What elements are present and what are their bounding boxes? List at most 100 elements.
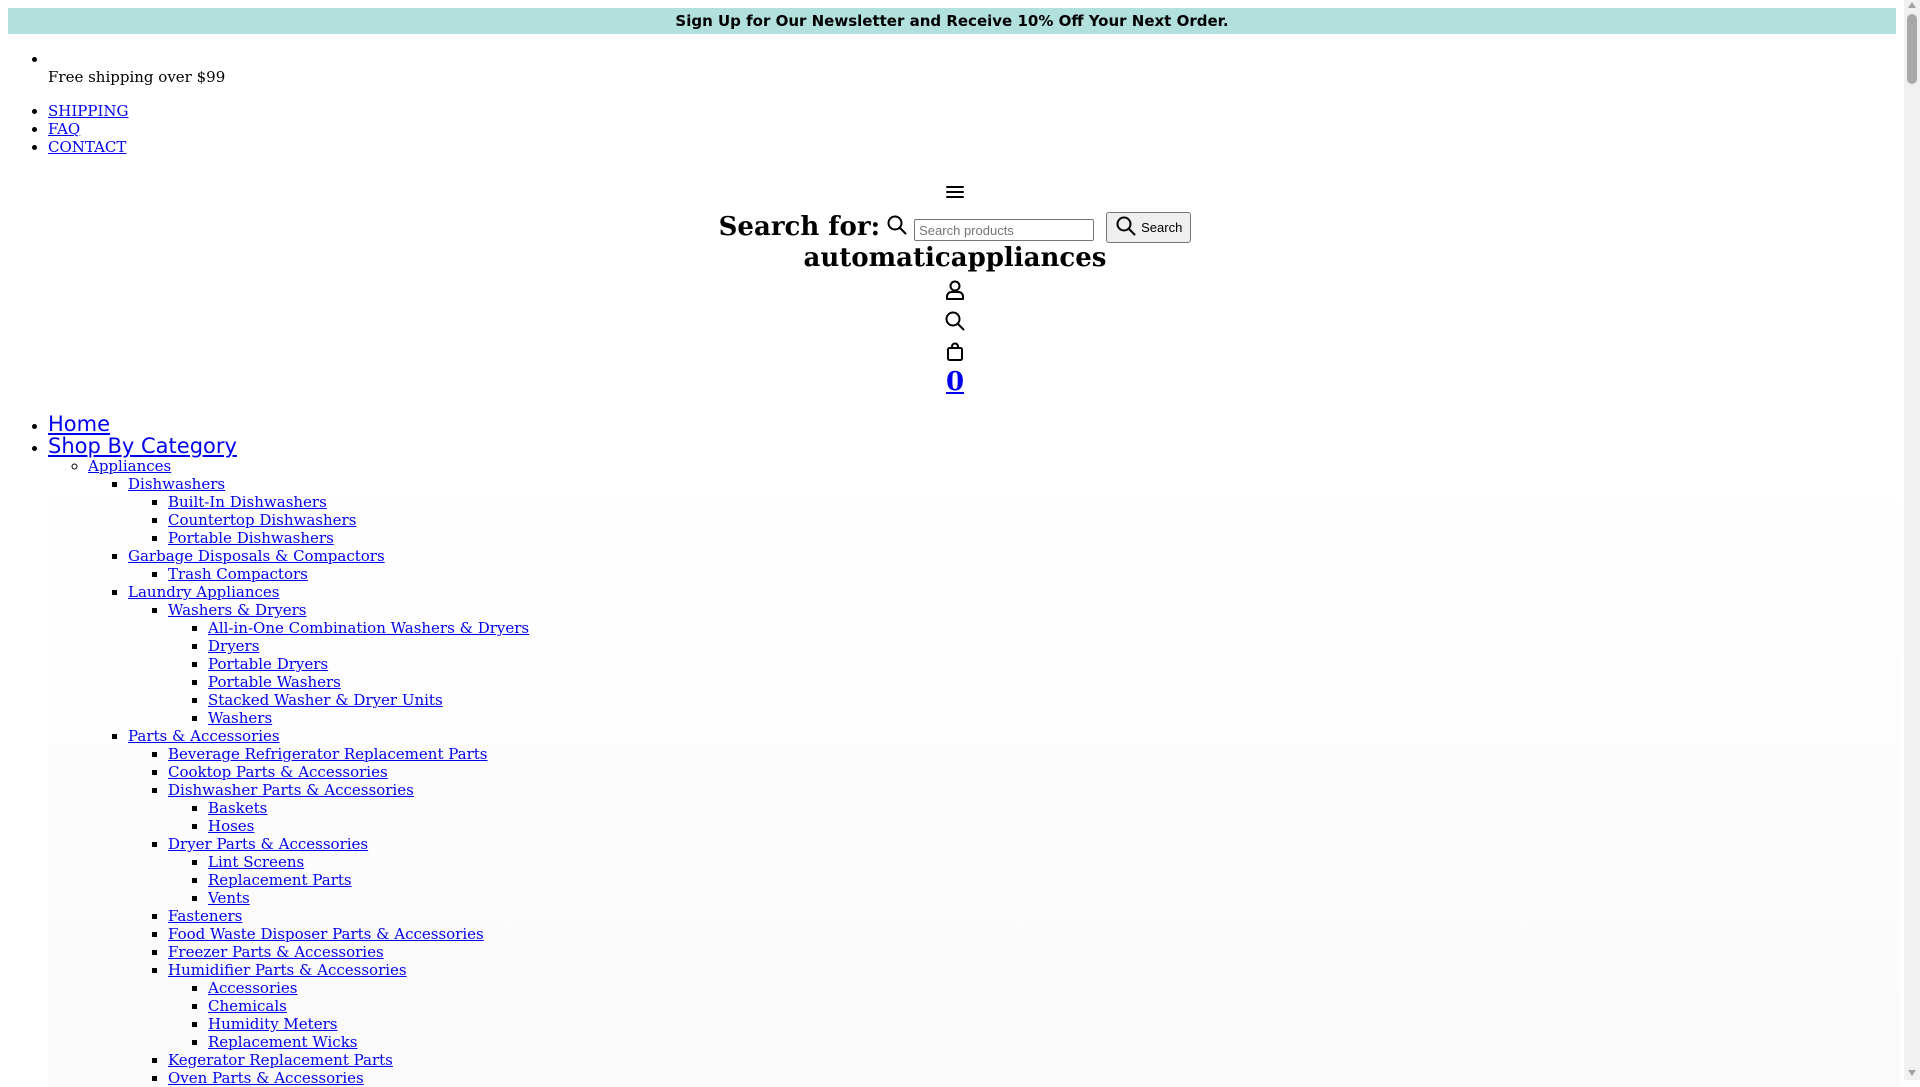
humidifier-parts-link[interactable]: Humidifier Parts & Accessories bbox=[168, 961, 407, 979]
dryer-parts-link[interactable]: Dryer Parts & Accessories bbox=[168, 835, 368, 853]
category-link[interactable]: Dryers bbox=[208, 637, 259, 655]
scroll-thumb[interactable] bbox=[1907, 14, 1917, 84]
main-navigation: Home Shop By Category Appliances Dishwas… bbox=[0, 413, 1900, 1087]
laundry-link[interactable]: Laundry Appliances bbox=[128, 583, 279, 601]
dishwasher-parts-link[interactable]: Dishwasher Parts & Accessories bbox=[168, 781, 414, 799]
category-dryer-parts: Dryer Parts & Accessories Lint Screens R… bbox=[168, 835, 1900, 907]
list-item: Baskets bbox=[208, 799, 1900, 817]
search-button-label: Search bbox=[1141, 219, 1183, 235]
list-item: Food Waste Disposer Parts & Accessories bbox=[168, 925, 1900, 943]
list-item: Replacement Wicks bbox=[208, 1033, 1900, 1051]
list-item: Oven Parts & Accessories bbox=[168, 1069, 1900, 1087]
list-item: Vents bbox=[208, 889, 1900, 907]
category-link[interactable]: Cooktop Parts & Accessories bbox=[168, 763, 388, 781]
home-link[interactable]: Home bbox=[48, 412, 110, 436]
appliances-link[interactable]: Appliances bbox=[88, 457, 171, 475]
category-link[interactable]: Beverage Refrigerator Replacement Parts bbox=[168, 745, 488, 763]
list-item: Hoses bbox=[208, 817, 1900, 835]
category-parts-accessories: Parts & Accessories Beverage Refrigerato… bbox=[128, 727, 1900, 1087]
list-item: Portable Washers bbox=[208, 673, 1900, 691]
nav-item-home: Home bbox=[48, 413, 1900, 435]
utility-links: SHIPPING FAQ CONTACT bbox=[0, 102, 1896, 156]
list-item: Portable Dishwashers bbox=[168, 529, 1900, 547]
scroll-up-arrow[interactable] bbox=[1908, 2, 1916, 8]
list-item: Trash Compactors bbox=[168, 565, 1900, 583]
category-link[interactable]: Chemicals bbox=[208, 997, 287, 1015]
account-icon[interactable] bbox=[0, 274, 1910, 305]
washers-dryers-link[interactable]: Washers & Dryers bbox=[168, 601, 306, 619]
category-link[interactable]: Washers bbox=[208, 709, 272, 727]
category-menu: Appliances Dishwashers Built-In Dishwash… bbox=[48, 457, 1900, 1087]
list-item: Stacked Washer & Dryer Units bbox=[208, 691, 1900, 709]
utility-item-contact: CONTACT bbox=[48, 138, 1896, 156]
list-item: Kegerator Replacement Parts bbox=[168, 1051, 1900, 1069]
category-appliances: Appliances Dishwashers Built-In Dishwash… bbox=[88, 457, 1900, 1087]
list-item: Portable Dryers bbox=[208, 655, 1900, 673]
search-input[interactable] bbox=[914, 219, 1095, 241]
list-item: Replacement Parts bbox=[208, 871, 1900, 889]
search-submit-button[interactable]: Search bbox=[1106, 211, 1192, 243]
search-icon bbox=[886, 214, 908, 240]
list-item: Washers bbox=[208, 709, 1900, 727]
category-link[interactable]: Replacement Wicks bbox=[208, 1033, 358, 1051]
category-link[interactable]: Portable Dryers bbox=[208, 655, 328, 673]
cart-bag-icon[interactable] bbox=[0, 336, 1910, 367]
category-link[interactable]: Trash Compactors bbox=[168, 565, 308, 583]
category-link[interactable]: All-in-One Combination Washers & Dryers bbox=[208, 619, 529, 637]
category-laundry: Laundry Appliances Washers & Dryers All-… bbox=[128, 583, 1900, 727]
shipping-note: Free shipping over $99 bbox=[48, 68, 226, 86]
empty-list-item bbox=[48, 50, 1896, 68]
dishwashers-link[interactable]: Dishwashers bbox=[128, 475, 225, 493]
scroll-down-arrow[interactable] bbox=[1908, 1070, 1916, 1076]
page-scrollbar[interactable] bbox=[1904, 0, 1920, 1080]
category-washers-dryers: Washers & Dryers All-in-One Combination … bbox=[168, 601, 1900, 727]
category-link[interactable]: Accessories bbox=[208, 979, 297, 997]
category-link[interactable]: Built-In Dishwashers bbox=[168, 493, 327, 511]
header-search-icon[interactable] bbox=[0, 305, 1910, 336]
utility-item-shipping: SHIPPING bbox=[48, 102, 1896, 120]
list-item: Beverage Refrigerator Replacement Parts bbox=[168, 745, 1900, 763]
list-item: Lint Screens bbox=[208, 853, 1900, 871]
search-label: Search for: bbox=[718, 212, 881, 242]
category-link[interactable]: Kegerator Replacement Parts bbox=[168, 1051, 393, 1069]
list-item: Humidity Meters bbox=[208, 1015, 1900, 1033]
list-item: Accessories bbox=[208, 979, 1900, 997]
category-link[interactable]: Hoses bbox=[208, 817, 254, 835]
cart-count[interactable]: 0 bbox=[0, 367, 1910, 397]
category-link[interactable]: Lint Screens bbox=[208, 853, 304, 871]
nav-item-shop-by-category: Shop By Category Appliances Dishwashers … bbox=[48, 435, 1900, 1087]
site-header: Search for: Search automaticappliances 0 bbox=[0, 182, 1910, 397]
utility-item-faq: FAQ bbox=[48, 120, 1896, 138]
category-link[interactable]: Portable Washers bbox=[208, 673, 341, 691]
site-logo[interactable]: automaticappliances bbox=[0, 242, 1910, 274]
contact-link[interactable]: CONTACT bbox=[48, 138, 126, 156]
category-link[interactable]: Fasteners bbox=[168, 907, 242, 925]
announcement-bar[interactable]: Sign Up for Our Newsletter and Receive 1… bbox=[8, 8, 1896, 34]
utility-bar: Free shipping over $99 SHIPPING FAQ CONT… bbox=[0, 50, 1896, 156]
shop-by-category-link[interactable]: Shop By Category bbox=[48, 434, 237, 458]
category-link[interactable]: Stacked Washer & Dryer Units bbox=[208, 691, 443, 709]
list-item: Freezer Parts & Accessories bbox=[168, 943, 1900, 961]
category-link[interactable]: Replacement Parts bbox=[208, 871, 352, 889]
parts-accessories-link[interactable]: Parts & Accessories bbox=[128, 727, 280, 745]
category-link[interactable]: Humidity Meters bbox=[208, 1015, 337, 1033]
category-link[interactable]: Oven Parts & Accessories bbox=[168, 1069, 364, 1087]
category-link[interactable]: Portable Dishwashers bbox=[168, 529, 334, 547]
garbage-disposals-link[interactable]: Garbage Disposals & Compactors bbox=[128, 547, 385, 565]
list-item: All-in-One Combination Washers & Dryers bbox=[208, 619, 1900, 637]
category-link[interactable]: Food Waste Disposer Parts & Accessories bbox=[168, 925, 484, 943]
category-link[interactable]: Freezer Parts & Accessories bbox=[168, 943, 384, 961]
list-item: Chemicals bbox=[208, 997, 1900, 1015]
category-garbage-disposals: Garbage Disposals & Compactors Trash Com… bbox=[128, 547, 1900, 583]
list-item: Fasteners bbox=[168, 907, 1900, 925]
search-button-icon bbox=[1115, 215, 1137, 240]
faq-link[interactable]: FAQ bbox=[48, 120, 80, 138]
list-item: Cooktop Parts & Accessories bbox=[168, 763, 1900, 781]
category-link[interactable]: Vents bbox=[208, 889, 250, 907]
hamburger-menu-icon[interactable] bbox=[944, 182, 966, 202]
shipping-link[interactable]: SHIPPING bbox=[48, 102, 129, 120]
category-dishwasher-parts: Dishwasher Parts & Accessories Baskets H… bbox=[168, 781, 1900, 835]
category-link[interactable]: Countertop Dishwashers bbox=[168, 511, 356, 529]
category-link[interactable]: Baskets bbox=[208, 799, 267, 817]
list-item: Dryers bbox=[208, 637, 1900, 655]
